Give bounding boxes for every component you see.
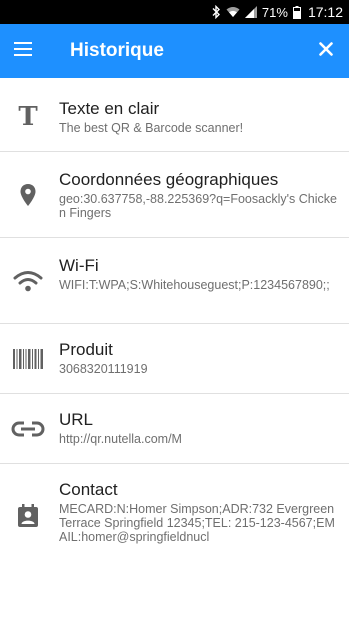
history-list: T Texte en clair The best QR & Barcode s… bbox=[0, 78, 349, 564]
history-item-content: MECARD:N:Homer Simpson;ADR:732 Evergreen… bbox=[59, 502, 335, 544]
history-item-text[interactable]: T Texte en clair The best QR & Barcode s… bbox=[0, 78, 349, 152]
history-item-content: http://qr.nutella.com/M bbox=[59, 432, 182, 446]
link-icon bbox=[0, 416, 56, 442]
battery-icon bbox=[292, 5, 301, 19]
history-item-title: Coordonnées géographiques bbox=[59, 170, 279, 189]
wifi-icon bbox=[0, 268, 56, 294]
history-item-content: WIFI:T:WPA;S:Whitehouseguest;P:123456789… bbox=[59, 278, 330, 292]
history-item-content: 3068320111919 bbox=[59, 362, 148, 376]
history-item-title: Produit bbox=[59, 340, 113, 359]
page-title: Historique bbox=[70, 40, 164, 61]
menu-button[interactable] bbox=[0, 24, 46, 78]
history-item-content: geo:30.637758,-88.225369?q=Foosackly's C… bbox=[59, 192, 337, 220]
bluetooth-icon bbox=[211, 5, 221, 19]
status-bar: 71% 17:12 bbox=[0, 0, 349, 24]
clock: 17:12 bbox=[307, 4, 343, 20]
close-button[interactable] bbox=[303, 24, 349, 78]
history-item-url[interactable]: URL http://qr.nutella.com/M bbox=[0, 394, 349, 464]
history-item-title: Texte en clair bbox=[59, 99, 160, 118]
history-item-content: The best QR & Barcode scanner! bbox=[59, 121, 244, 135]
close-icon bbox=[319, 41, 333, 61]
history-item-contact[interactable]: Contact MECARD:N:Homer Simpson;ADR:732 E… bbox=[0, 464, 349, 564]
svg-text:T: T bbox=[18, 103, 38, 129]
history-item-product[interactable]: Produit 3068320111919 bbox=[0, 324, 349, 394]
history-item-title: Contact bbox=[59, 480, 118, 499]
text-format-icon: T bbox=[0, 100, 56, 132]
history-item-title: URL bbox=[59, 410, 94, 429]
wifi-icon bbox=[226, 6, 240, 18]
barcode-icon bbox=[0, 346, 56, 372]
battery-level: 71% bbox=[261, 4, 288, 20]
contact-card-icon bbox=[0, 503, 56, 529]
app-bar: Historique bbox=[0, 24, 349, 78]
history-item-title: Wi-Fi bbox=[59, 256, 99, 275]
location-pin-icon bbox=[0, 180, 56, 210]
hamburger-menu-icon bbox=[13, 41, 33, 62]
signal-icon bbox=[244, 6, 257, 18]
history-item-wifi[interactable]: Wi-Fi WIFI:T:WPA;S:Whitehouseguest;P:123… bbox=[0, 238, 349, 324]
history-item-geo[interactable]: Coordonnées géographiques geo:30.637758,… bbox=[0, 152, 349, 238]
